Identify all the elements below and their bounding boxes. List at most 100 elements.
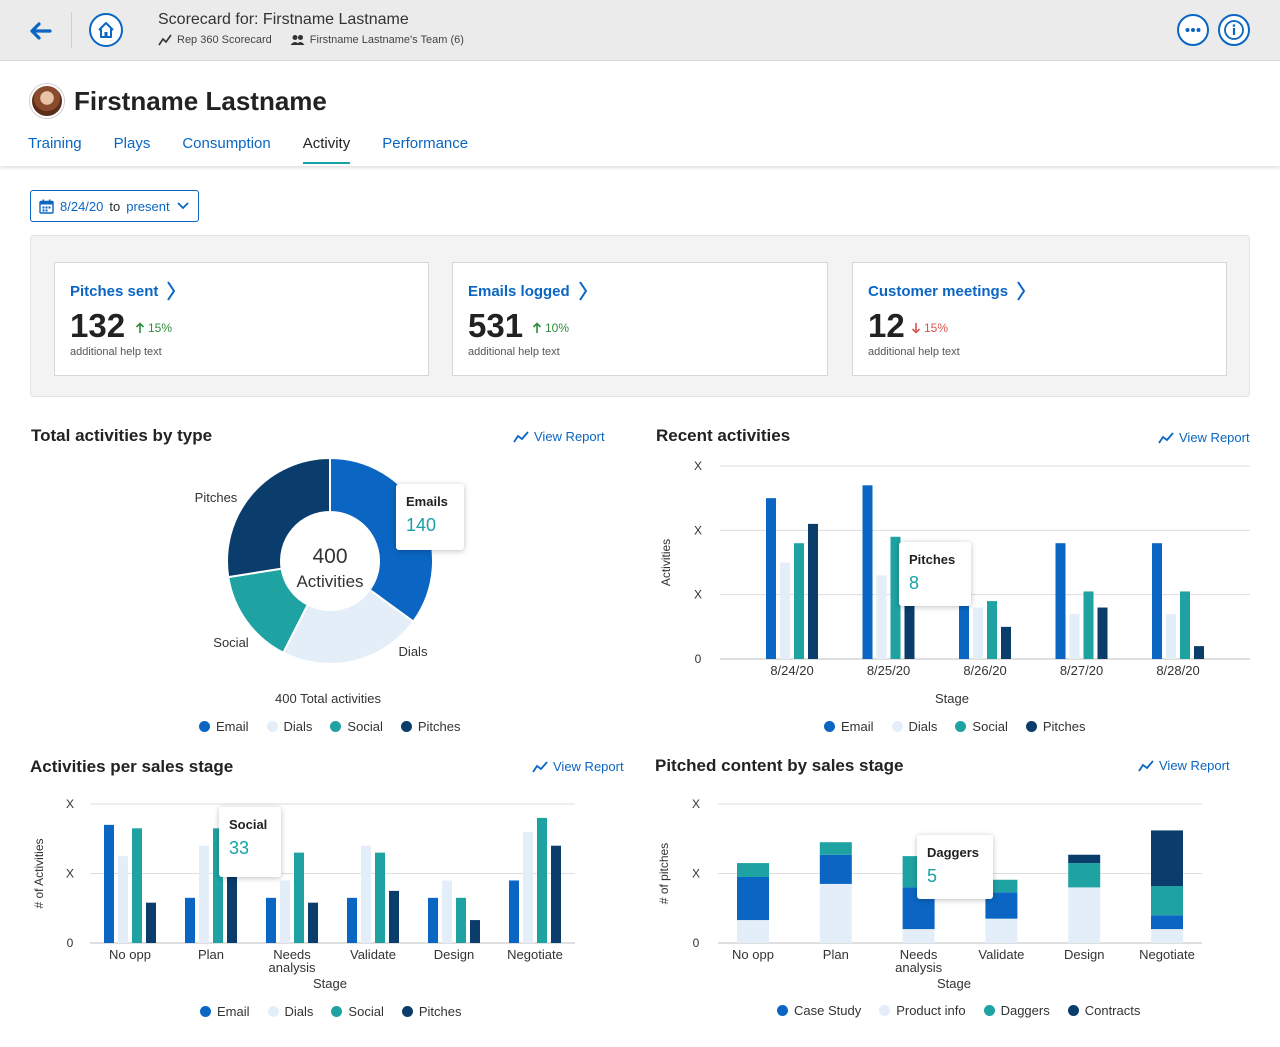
bar-social — [537, 817, 547, 943]
x-tick-label: Design — [1064, 947, 1104, 962]
home-button[interactable] — [89, 13, 123, 47]
back-arrow-icon[interactable] — [24, 15, 56, 47]
bar-social — [1083, 591, 1094, 659]
legend-label: Social — [347, 719, 383, 734]
bar-segment-daggers — [819, 842, 852, 855]
arrow-up-icon — [135, 322, 145, 333]
date-range-button[interactable]: 8/24/20 to present — [30, 190, 199, 222]
scorecard-meta: Rep 360 Scorecard Firstname Lastname's T… — [158, 34, 464, 46]
legend-label: Pitches — [1042, 719, 1086, 734]
view-report-recent[interactable]: View Report — [1158, 430, 1250, 445]
y-axis-label: # of Activities — [32, 838, 46, 908]
legend-dot — [266, 721, 278, 732]
kpi-card-meetings: Customer meetings 12 15% additional help… — [852, 262, 1227, 376]
tab-training[interactable]: Training — [28, 133, 82, 164]
kpi-value: 531 — [468, 307, 524, 344]
legend-label: Dials — [284, 1004, 314, 1019]
kpi-change: 15% — [135, 321, 172, 335]
donut-center-value: 400 — [312, 545, 347, 568]
kpi-label: Customer meetings — [868, 282, 1009, 300]
kpi-link-emails[interactable]: Emails logged — [468, 280, 588, 302]
bar-email — [509, 880, 519, 943]
trend-icon — [158, 34, 172, 46]
bar-segment-contracts — [1068, 854, 1101, 864]
legend-dot — [267, 1006, 279, 1017]
tooltip-label: Emails — [406, 494, 448, 509]
top-bar: Scorecard for: Firstname Lastname Rep 36… — [0, 0, 1280, 61]
bar-social — [794, 543, 804, 659]
legend-dot — [983, 1005, 995, 1016]
tab-activity[interactable]: Activity — [302, 133, 351, 164]
per-stage-chart: 0XXNo opp Plan NeedsanalysisValidate Design… — [32, 797, 575, 991]
bar-pitches — [308, 902, 318, 943]
y-axis-label: # of pitches — [657, 843, 671, 904]
tooltip-value: 140 — [406, 515, 437, 535]
bar-pitches — [389, 890, 399, 943]
kpi-label: Pitches sent — [70, 282, 159, 300]
trend-icon — [532, 760, 548, 772]
avatar — [30, 84, 64, 118]
legend-item: Social — [331, 1004, 384, 1019]
legend-dot — [330, 721, 342, 732]
y-tick-label: X — [66, 797, 74, 811]
view-report-per-stage[interactable]: View Report — [532, 759, 624, 774]
bar-pitches — [808, 523, 818, 659]
bar-email — [1055, 543, 1066, 659]
tooltip-label: Pitches — [909, 552, 956, 567]
x-axis-label: Stage — [313, 976, 347, 991]
section-title-per-stage: Activities per sales stage — [30, 757, 234, 776]
kpi-card-pitches: Pitches sent 132 15% additional help tex… — [54, 262, 429, 376]
tooltip-pitches: Pitches 8 — [899, 542, 971, 606]
kpi-link-meetings[interactable]: Customer meetings — [868, 280, 1026, 302]
x-tick-label: No opp — [732, 947, 774, 962]
bar-dials — [1166, 613, 1176, 659]
calendar-icon — [39, 199, 54, 214]
legend-dot — [1067, 1005, 1079, 1016]
legend-pitched: Case Study Product info Daggers Contract… — [777, 1003, 1140, 1018]
bar-social — [375, 852, 385, 943]
x-axis-label: Stage — [937, 976, 971, 991]
bar-email — [862, 485, 873, 659]
bar-pitches — [1001, 626, 1011, 659]
tooltip-value: 5 — [927, 866, 938, 886]
x-tick-label: 8/28/20 — [1156, 663, 1199, 678]
bar-dials — [280, 880, 290, 943]
info-button[interactable] — [1218, 14, 1250, 46]
legend-dot — [331, 1006, 343, 1017]
tab-consumption[interactable]: Consumption — [182, 133, 270, 164]
kpi-change: 15% — [911, 321, 948, 335]
y-tick-label: X — [692, 867, 700, 881]
bar-segment-case-study — [737, 876, 769, 921]
tab-performance[interactable]: Performance — [382, 133, 468, 164]
arrow-down-icon — [911, 323, 921, 334]
view-report-total[interactable]: View Report — [513, 429, 605, 444]
kpi-value: 12 — [868, 307, 905, 344]
bar-email — [766, 498, 776, 659]
slice-label: Dials — [399, 644, 428, 659]
legend-item: Email — [200, 1004, 250, 1019]
tooltip-value: 33 — [229, 838, 250, 858]
trend-icon — [513, 430, 529, 442]
chevron-down-icon — [176, 202, 189, 210]
y-tick-label: X — [694, 588, 702, 602]
bar-segment-case-study — [819, 854, 852, 884]
section-title-recent: Recent activities — [656, 426, 791, 445]
home-icon — [98, 22, 114, 38]
legend-item: Email — [199, 719, 249, 734]
view-report-label: View Report — [1159, 758, 1230, 773]
bar-pitches — [1097, 607, 1108, 659]
more-options-button[interactable] — [1177, 14, 1209, 46]
kpi-help: additional help text — [70, 346, 162, 358]
view-report-pitched[interactable]: View Report — [1138, 758, 1230, 773]
kpi-link-pitches[interactable]: Pitches sent — [70, 280, 176, 302]
legend-dot — [879, 1005, 891, 1016]
bar-segment-product-info — [902, 929, 935, 943]
tab-plays[interactable]: Plays — [114, 133, 151, 164]
kpi-value: 132 — [70, 307, 126, 344]
meta-team-label: Firstname Lastname's Team (6) — [309, 34, 464, 46]
bar-social — [1180, 591, 1190, 659]
x-tick-label: Plan — [198, 947, 224, 962]
legend-label: Email — [841, 719, 874, 734]
bar-email — [104, 824, 114, 943]
x-tick-label: 8/27/20 — [1060, 663, 1103, 678]
